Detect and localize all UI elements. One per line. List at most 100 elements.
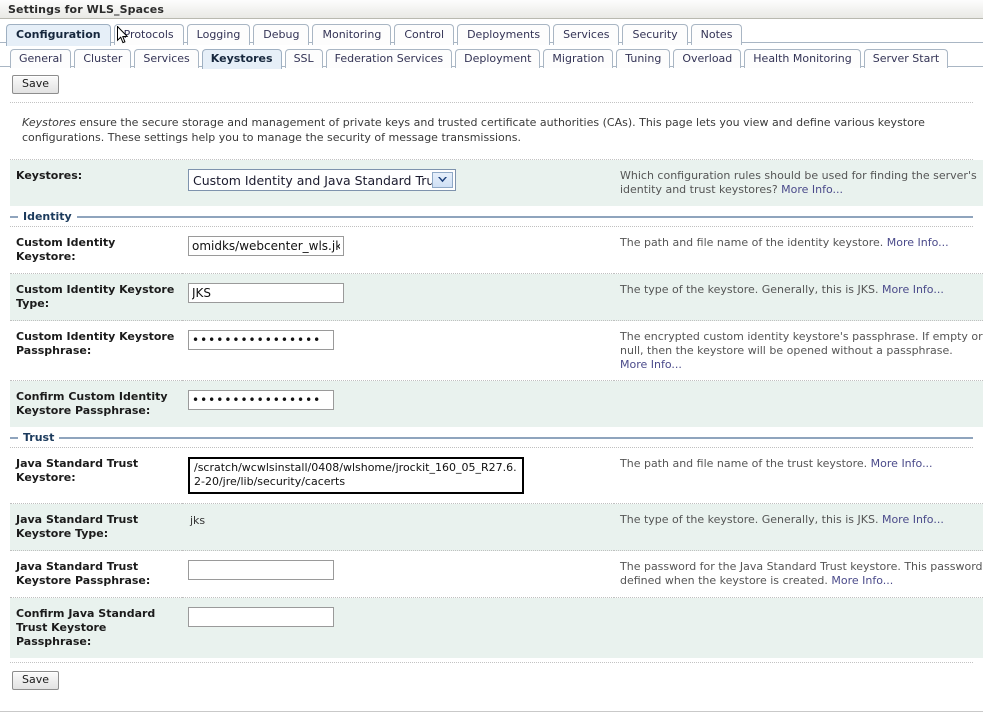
subtab-ssl[interactable]: SSL (284, 49, 323, 68)
secondary-tabstrip: General Cluster Services Keystores SSL Federa… (0, 43, 983, 69)
password-field[interactable] (188, 607, 334, 627)
field-label-cell: Custom Identity Keystore Passphrase: (10, 320, 182, 381)
field-input-cell (182, 320, 614, 381)
subtab-server-start[interactable]: Server Start (863, 49, 949, 68)
bottom-button-bar: Save (0, 663, 983, 690)
more-info-link[interactable]: More Info... (882, 513, 944, 526)
tab-control[interactable]: Control (394, 24, 455, 45)
field-help-text: The encrypted custom identity keystore's… (620, 330, 983, 357)
field-input-cell (182, 273, 614, 321)
form-row: Java Standard Trust Keystore Passphrase:… (10, 550, 983, 598)
page-description: Keystores ensure the secure storage and … (0, 103, 983, 159)
form-row: Java Standard Trust Keystore Type: jks The… (10, 503, 983, 551)
more-info-link[interactable]: More Info... (887, 236, 949, 249)
keystores-field-cell: Custom Identity and Java Standard Trust (182, 160, 614, 206)
keystores-row: Keystores: Custom Identity and Java Stan… (10, 160, 983, 206)
tab-notes[interactable]: Notes (690, 24, 743, 45)
field-help-text: The password for the Java Standard Trust… (620, 560, 983, 587)
field-label: Confirm Custom Identity Keystore Passphr… (16, 390, 168, 417)
subtab-general[interactable]: General (10, 49, 72, 68)
tab-logging[interactable]: Logging (186, 24, 251, 45)
form-row: Confirm Custom Identity Keystore Passphr… (10, 380, 983, 427)
field-help-cell: The encrypted custom identity keystore's… (614, 320, 983, 381)
subtab-migration[interactable]: Migration (543, 49, 614, 68)
keystores-select-table: Keystores: Custom Identity and Java Stan… (10, 160, 983, 206)
trust-section-legend: Trust (10, 431, 973, 444)
keystores-label-cell: Keystores: (10, 160, 182, 206)
tab-configuration[interactable]: Configuration (6, 24, 111, 46)
legend-rule-left (10, 215, 18, 218)
field-help-cell: The path and file name of the identity k… (614, 227, 983, 274)
text-field[interactable] (188, 283, 344, 303)
field-help-cell: The type of the keystore. Generally, thi… (614, 503, 983, 551)
password-field[interactable] (188, 560, 334, 580)
field-help-cell (614, 380, 983, 427)
subtab-keystores[interactable]: Keystores (201, 49, 282, 69)
tab-security[interactable]: Security (622, 24, 688, 45)
password-field[interactable] (188, 330, 334, 350)
form-row: Confirm Java Standard Trust Keystore Pas… (10, 597, 983, 658)
field-help-text: The type of the keystore. Generally, thi… (620, 513, 879, 526)
window-titlebar: Settings for WLS_Spaces (0, 0, 983, 19)
tab-deployments[interactable]: Deployments (457, 24, 551, 45)
subtab-overload[interactable]: Overload (673, 49, 742, 68)
chevron-down-icon[interactable] (432, 172, 453, 188)
page-description-text: ensure the secure storage and management… (22, 116, 925, 144)
save-button-top[interactable]: Save (12, 75, 60, 94)
page-title: Settings for WLS_Spaces (8, 2, 164, 16)
form-row: Custom Identity Keystore: The path and fi… (10, 227, 983, 274)
subtab-deployment[interactable]: Deployment (455, 49, 541, 68)
password-field[interactable] (188, 390, 334, 410)
more-info-link[interactable]: More Info... (831, 574, 893, 587)
more-info-link[interactable]: More Info... (620, 358, 682, 371)
subtab-federation-services[interactable]: Federation Services (325, 49, 453, 68)
field-label: Java Standard Trust Keystore Type: (16, 513, 139, 540)
field-help-cell: The type of the keystore. Generally, thi… (614, 273, 983, 321)
field-label: Custom Identity Keystore Type: (16, 283, 175, 310)
field-help-cell (614, 597, 983, 658)
trust-keystore-path-field[interactable]: /scratch/wcwlsinstall/0408/wlshome/jrock… (188, 457, 524, 494)
subtab-cluster[interactable]: Cluster (74, 49, 132, 68)
field-input-cell (182, 597, 614, 658)
tab-protocols[interactable]: Protocols (113, 24, 184, 45)
top-button-bar: Save (0, 67, 983, 102)
primary-tabstrip: Configuration Protocols Logging Debug Monito… (0, 19, 983, 46)
field-label-cell: Custom Identity Keystore Type: (10, 273, 182, 321)
field-label-cell: Java Standard Trust Keystore: (10, 448, 182, 504)
more-info-link[interactable]: More Info... (871, 457, 933, 470)
form-row: Custom Identity Keystore Type: The type o… (10, 273, 983, 321)
field-label-cell: Custom Identity Keystore: (10, 227, 182, 274)
subtab-tuning[interactable]: Tuning (616, 49, 671, 68)
subtab-services[interactable]: Services (134, 49, 199, 68)
field-help-text: The path and file name of the trust keys… (620, 457, 868, 470)
tab-monitoring[interactable]: Monitoring (312, 24, 392, 45)
field-label: Java Standard Trust Keystore: (16, 457, 139, 484)
identity-fields-table: Custom Identity Keystore: The path and fi… (10, 227, 983, 427)
more-info-link[interactable]: More Info... (882, 283, 944, 296)
field-label: Custom Identity Keystore Passphrase: (16, 330, 175, 357)
field-help-cell: The password for the Java Standard Trust… (614, 550, 983, 598)
tab-debug[interactable]: Debug (253, 24, 310, 45)
identity-section-legend: Identity (10, 210, 973, 223)
keystores-select[interactable]: Custom Identity and Java Standard Trust (188, 169, 456, 191)
primary-tab-list: Configuration Protocols Logging Debug Monito… (6, 24, 983, 46)
field-help-text: The type of the keystore. Generally, thi… (620, 283, 879, 296)
field-help-text: The path and file name of the identity k… (620, 236, 884, 249)
legend-rule-right (59, 436, 973, 439)
tab-services[interactable]: Services (553, 24, 620, 45)
save-button-bottom[interactable]: Save (12, 671, 60, 690)
keystores-more-info-link[interactable]: More Info... (781, 183, 843, 196)
field-input-cell (182, 380, 614, 427)
readonly-value: jks (190, 514, 206, 527)
subtab-health-monitoring[interactable]: Health Monitoring (744, 49, 861, 68)
field-label-cell: Confirm Java Standard Trust Keystore Pas… (10, 597, 182, 658)
trust-fields-table: Java Standard Trust Keystore: /scratch/wc… (10, 448, 983, 658)
field-label: Java Standard Trust Keystore Passphrase: (16, 560, 151, 587)
legend-rule-left (10, 436, 18, 439)
text-field[interactable] (188, 236, 344, 256)
legend-rule-right (76, 215, 973, 218)
field-label-cell: Java Standard Trust Keystore Passphrase: (10, 550, 182, 598)
field-input-cell: jks (182, 503, 614, 551)
field-label-cell: Confirm Custom Identity Keystore Passphr… (10, 380, 182, 427)
keystores-label: Keystores: (16, 169, 83, 182)
